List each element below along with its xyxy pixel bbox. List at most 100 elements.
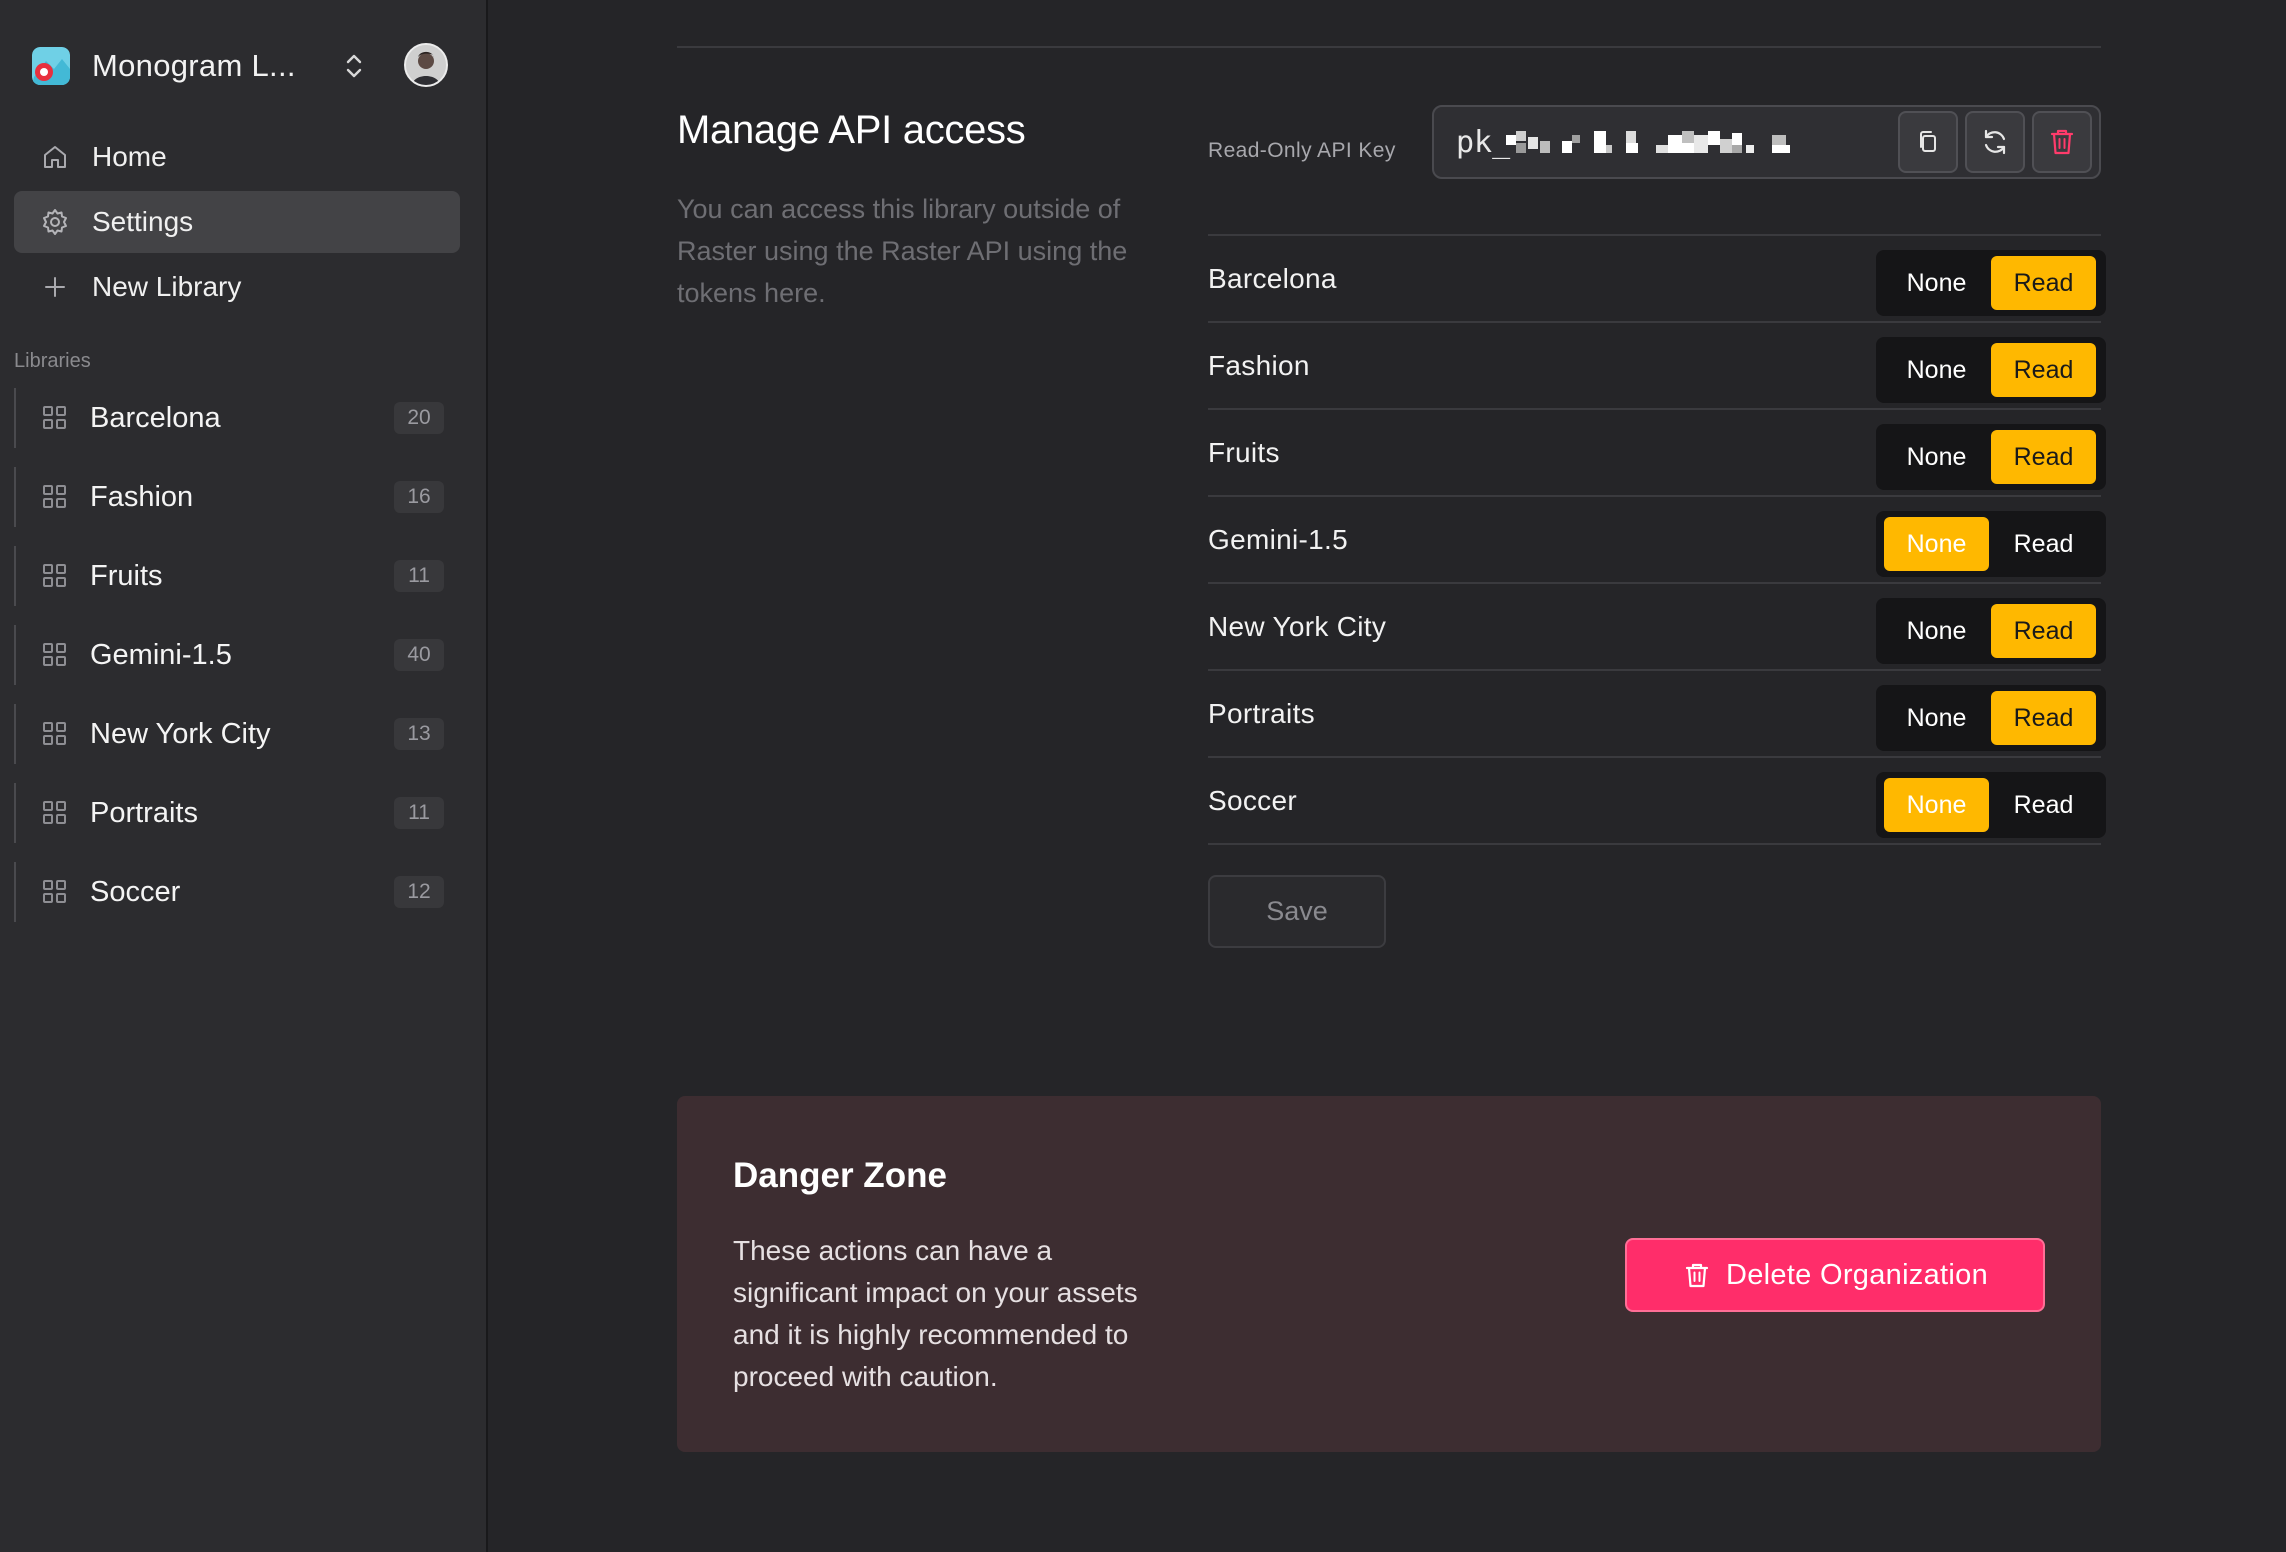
redacted-key-icon <box>1506 131 1790 153</box>
nav-item-label: New Library <box>92 271 242 302</box>
app-logo-icon <box>32 47 70 85</box>
grid-icon <box>43 564 66 587</box>
danger-zone: Danger Zone These actions can have a sig… <box>677 1096 2101 1452</box>
permission-row: New York City None Read <box>1208 584 2106 671</box>
sidebar-item-soccer[interactable]: Soccer 12 <box>14 862 460 922</box>
api-section-title: Manage API access <box>677 108 1026 152</box>
library-name: New York City <box>90 717 271 750</box>
libraries-heading: Libraries <box>14 350 91 372</box>
trash-icon <box>2050 129 2074 155</box>
library-name: Fashion <box>90 480 194 513</box>
avatar[interactable] <box>404 43 448 87</box>
org-name: Monogram L... <box>92 48 296 83</box>
danger-zone-title: Danger Zone <box>733 1156 947 1195</box>
copy-key-button[interactable] <box>1898 111 1958 173</box>
main-nav: Home Settings New Library <box>14 126 460 321</box>
sidebar-item-fashion[interactable]: Fashion 16 <box>14 467 460 527</box>
option-none[interactable]: None <box>1884 778 1989 832</box>
nav-item-new-library[interactable]: New Library <box>14 256 460 318</box>
permission-library-name: Gemini-1.5 <box>1208 523 1348 555</box>
library-name: Gemini-1.5 <box>90 638 232 671</box>
library-permissions-list: Barcelona None Read Fashion None Read Fr… <box>1208 234 2106 845</box>
nav-item-settings[interactable]: Settings <box>14 191 460 253</box>
grid-icon <box>43 406 66 429</box>
grid-icon <box>43 880 66 903</box>
permission-row: Fruits None Read <box>1208 410 2106 497</box>
permission-library-name: New York City <box>1208 610 1387 642</box>
permission-toggle: None Read <box>1876 598 2106 664</box>
api-key-label: Read-Only API Key <box>1208 139 1396 162</box>
option-none[interactable]: None <box>1884 604 1989 658</box>
option-read[interactable]: Read <box>1991 343 2096 397</box>
permission-toggle: None Read <box>1876 424 2106 490</box>
library-count-badge: 13 <box>394 718 444 750</box>
option-read[interactable]: Read <box>1991 691 2096 745</box>
library-count-badge: 12 <box>394 876 444 908</box>
grid-icon <box>43 643 66 666</box>
delete-organization-button[interactable]: Delete Organization <box>1625 1238 2045 1312</box>
permission-row: Barcelona None Read <box>1208 236 2106 323</box>
permission-library-name: Fruits <box>1208 436 1280 468</box>
option-none[interactable]: None <box>1884 343 1989 397</box>
grid-icon <box>43 722 66 745</box>
library-list: Barcelona 20 Fashion 16 Fruits 11 Gemini… <box>14 388 460 941</box>
permission-toggle: None Read <box>1876 337 2106 403</box>
permission-row: Fashion None Read <box>1208 323 2106 410</box>
danger-zone-description: These actions can have a significant imp… <box>733 1235 1138 1392</box>
delete-key-button[interactable] <box>2032 111 2092 173</box>
copy-icon <box>1920 131 1936 152</box>
option-read[interactable]: Read <box>1991 256 2096 310</box>
org-switcher[interactable]: Monogram L... <box>32 40 452 92</box>
grid-icon <box>43 801 66 824</box>
library-name: Portraits <box>90 796 198 829</box>
plus-icon <box>40 272 70 302</box>
regenerate-key-button[interactable] <box>1965 111 2025 173</box>
section-divider <box>677 46 2101 48</box>
option-read[interactable]: Read <box>1991 604 2096 658</box>
nav-item-label: Home <box>92 141 167 172</box>
sidebar-item-new-york-city[interactable]: New York City 13 <box>14 704 460 764</box>
library-count-badge: 20 <box>394 402 444 434</box>
permission-library-name: Barcelona <box>1208 262 1337 294</box>
option-read[interactable]: Read <box>1991 430 2096 484</box>
library-name: Soccer <box>90 875 181 908</box>
api-key-field[interactable]: pk_ <box>1432 105 2101 179</box>
library-name: Barcelona <box>90 401 221 434</box>
permission-toggle: None Read <box>1876 511 2106 577</box>
permission-toggle: None Read <box>1876 772 2106 838</box>
option-none[interactable]: None <box>1884 517 1989 571</box>
nav-item-label: Settings <box>92 206 194 237</box>
option-none[interactable]: None <box>1884 430 1989 484</box>
refresh-icon <box>1984 129 2006 155</box>
sidebar-item-portraits[interactable]: Portraits 11 <box>14 783 460 843</box>
library-name: Fruits <box>90 559 163 592</box>
permission-library-name: Fashion <box>1208 349 1310 381</box>
option-none[interactable]: None <box>1884 691 1989 745</box>
sidebar: Monogram L... Home Settings New Library … <box>0 0 488 1552</box>
home-icon <box>40 142 70 172</box>
option-read[interactable]: Read <box>1991 778 2096 832</box>
library-count-badge: 11 <box>394 560 444 592</box>
grid-icon <box>43 485 66 508</box>
permission-library-name: Portraits <box>1208 697 1315 729</box>
sidebar-item-gemini[interactable]: Gemini-1.5 40 <box>14 625 460 685</box>
delete-organization-label: Delete Organization <box>1725 1258 1988 1291</box>
sidebar-item-fruits[interactable]: Fruits 11 <box>14 546 460 606</box>
api-key-prefix: pk_ <box>1456 125 1511 160</box>
api-section-description: You can access this library outside of R… <box>677 194 1128 308</box>
library-count-badge: 16 <box>394 481 444 513</box>
save-button[interactable]: Save <box>1208 875 1386 948</box>
nav-item-home[interactable]: Home <box>14 126 460 188</box>
gear-icon <box>40 207 70 237</box>
permission-library-name: Soccer <box>1208 784 1297 816</box>
permission-toggle: None Read <box>1876 685 2106 751</box>
permission-row: Soccer None Read <box>1208 758 2106 845</box>
permission-row: Portraits None Read <box>1208 671 2106 758</box>
permission-row: Gemini-1.5 None Read <box>1208 497 2106 584</box>
option-none[interactable]: None <box>1884 256 1989 310</box>
chevron-up-down-icon[interactable] <box>338 50 370 82</box>
option-read[interactable]: Read <box>1991 517 2096 571</box>
permission-toggle: None Read <box>1876 250 2106 316</box>
library-count-badge: 11 <box>394 797 444 829</box>
sidebar-item-barcelona[interactable]: Barcelona 20 <box>14 388 460 448</box>
